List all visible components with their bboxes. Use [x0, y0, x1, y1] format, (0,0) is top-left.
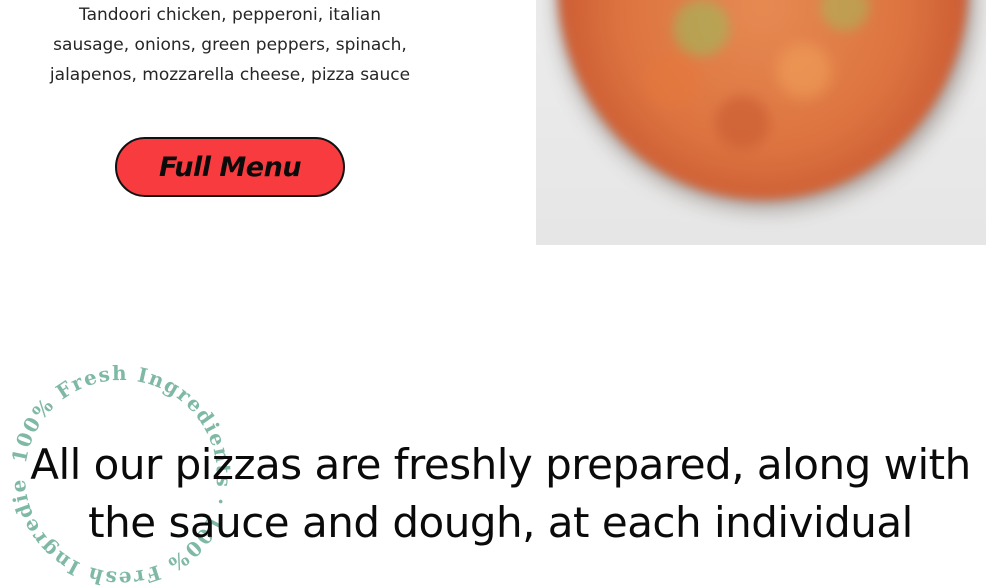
full-menu-button[interactable]: Full Menu [115, 137, 345, 197]
description-line: sausage, onions, green peppers, spinach, [53, 35, 407, 55]
headline-line: the sauce and dough, at each individual [88, 498, 913, 547]
pizza-image [558, 0, 968, 200]
headline-line: All our pizzas are freshly prepared, alo… [30, 440, 971, 489]
description-line: jalapenos, mozzarella cheese, pizza sauc… [49, 65, 411, 85]
description-line: Tandoori chicken, pepperoni, italian [79, 5, 381, 25]
pizza-photo [536, 0, 986, 245]
fresh-headline: All our pizzas are freshly prepared, alo… [20, 436, 981, 552]
menu-item-description: Tandoori chicken, pepperoni, italian sau… [40, 0, 420, 90]
